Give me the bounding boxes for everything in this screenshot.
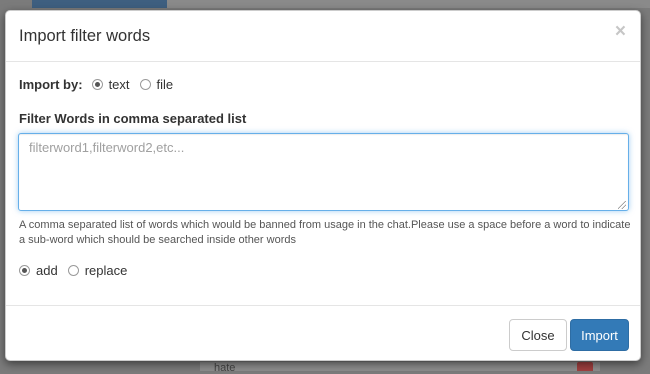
modal-header: Import filter words ×: [6, 11, 640, 62]
mode-add-radio[interactable]: [19, 264, 30, 276]
mode-add-option[interactable]: add: [19, 263, 58, 278]
close-button[interactable]: Close: [509, 319, 567, 351]
background-row-text: hate: [214, 362, 236, 374]
import-by-file-option[interactable]: file: [139, 76, 174, 92]
close-icon[interactable]: ×: [615, 22, 626, 42]
mode-replace-radio[interactable]: [67, 264, 79, 276]
import-button[interactable]: Import: [570, 319, 629, 351]
import-by-file-radio[interactable]: [139, 78, 151, 90]
import-by-text-radio[interactable]: [91, 78, 103, 90]
modal-footer: Close Import: [6, 305, 640, 363]
background-table-row: [200, 362, 600, 371]
resize-handle-icon[interactable]: [618, 201, 626, 209]
import-by-file-label: file: [156, 76, 174, 92]
mode-replace-option[interactable]: replace: [67, 262, 128, 278]
mode-add-label: add: [36, 262, 58, 278]
filter-words-label: Filter Words in comma separated list: [19, 111, 247, 126]
import-by-text-option[interactable]: text: [91, 76, 130, 92]
background-header-block: [32, 0, 167, 8]
import-by-label: Import by:: [19, 76, 83, 92]
import-by-group: Import by: text file: [19, 75, 173, 93]
filter-words-textarea[interactable]: [18, 133, 629, 211]
background-header-area: [167, 0, 650, 8]
modal-title: Import filter words: [19, 27, 151, 45]
mode-replace-label: replace: [84, 262, 128, 278]
import-by-text-label: text: [108, 76, 130, 92]
trash-icon: [577, 362, 593, 371]
import-mode-group: add replace: [19, 261, 127, 279]
filter-words-help-text: A comma separated list of words which wo…: [19, 219, 631, 246]
import-filter-words-modal: Import filter words × Import by: text fi…: [5, 10, 641, 361]
